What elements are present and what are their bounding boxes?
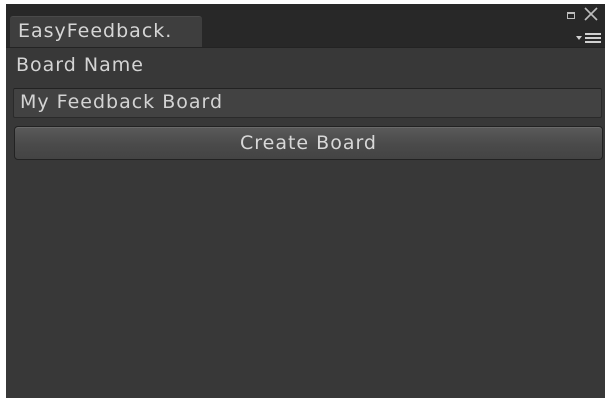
close-icon[interactable] (582, 5, 600, 23)
board-name-input[interactable]: My Feedback Board (13, 88, 602, 118)
tab-label: EasyFeedback. (18, 20, 173, 42)
create-board-button[interactable]: Create Board (14, 126, 603, 160)
context-menu-icon[interactable] (576, 31, 602, 45)
create-board-button-label: Create Board (239, 132, 377, 154)
tab-bar: EasyFeedback. (6, 4, 605, 47)
tab-divider (6, 47, 605, 48)
maximize-icon[interactable] (567, 12, 575, 19)
editor-window: EasyFeedback. Board Name My Feedback Boa… (6, 4, 605, 398)
board-name-label: Board Name (16, 54, 144, 76)
tab-easyfeedback[interactable]: EasyFeedback. (10, 16, 202, 47)
board-name-value: My Feedback Board (20, 91, 224, 113)
